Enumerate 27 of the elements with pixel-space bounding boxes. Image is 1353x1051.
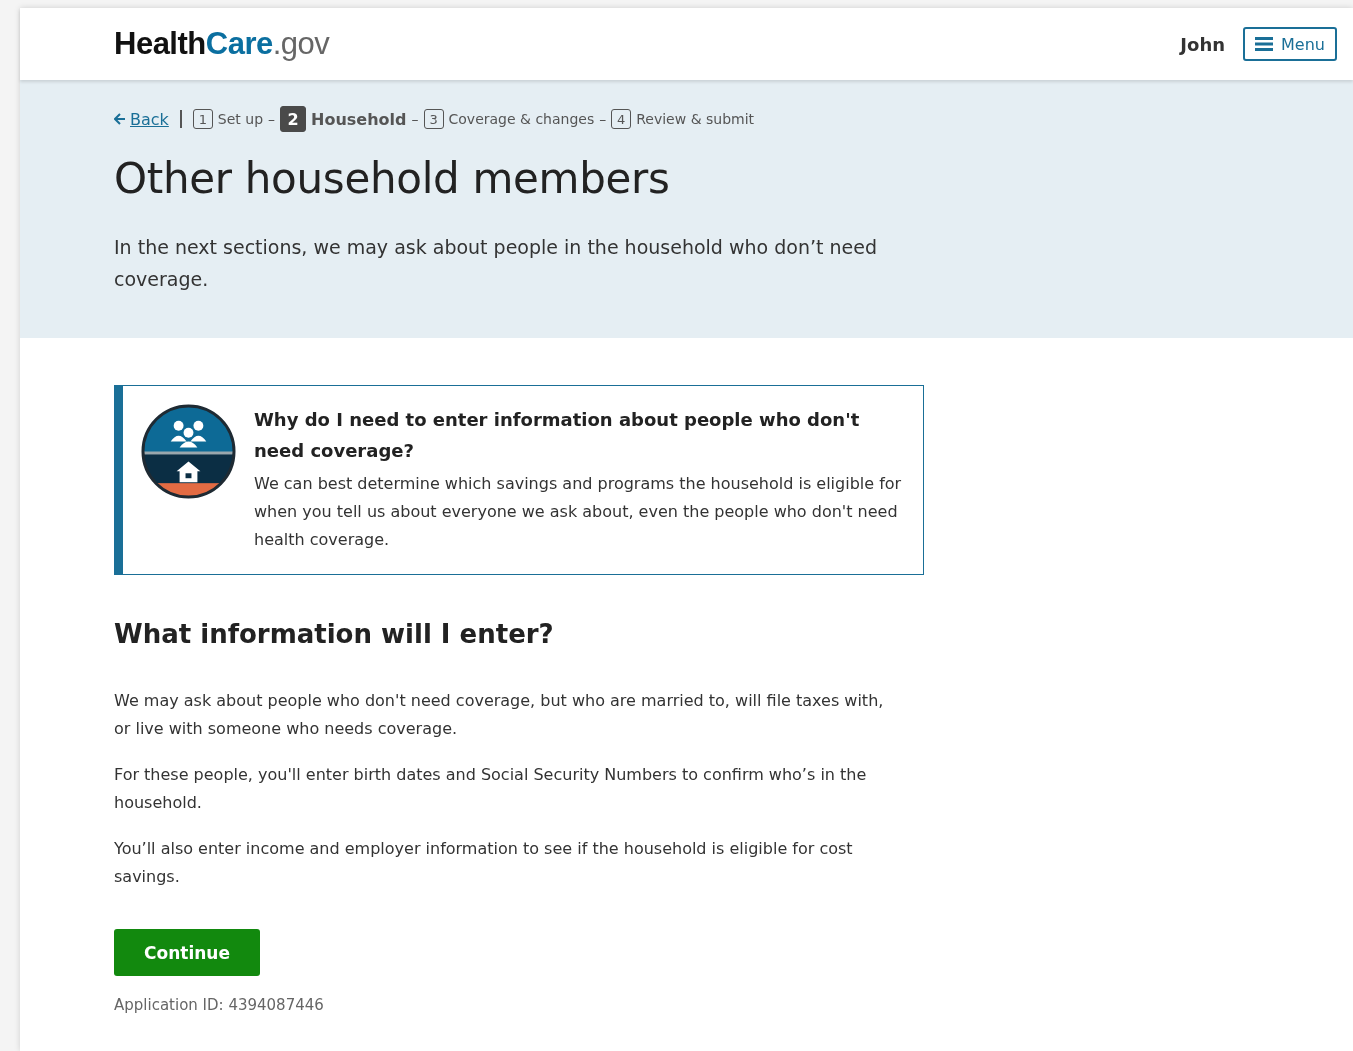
back-arrow-icon <box>114 113 126 125</box>
section-heading: What information will I enter? <box>114 619 555 649</box>
step-label: Review & submit <box>636 111 755 127</box>
step-label: Household <box>311 109 407 129</box>
site-logo[interactable]: HealthCare.gov <box>114 26 330 62</box>
page-title: Other household members <box>114 154 671 203</box>
step-number: 1 <box>192 109 213 129</box>
step-separator: – <box>599 111 607 127</box>
step-number: 3 <box>423 109 444 129</box>
menu-icon <box>1255 37 1274 51</box>
step-number: 4 <box>611 109 632 129</box>
step-separator: – <box>268 111 276 127</box>
continue-button[interactable]: Continue <box>114 929 260 976</box>
callout-heading: Why do I need to enter information about people who don't need coverage? <box>254 408 861 463</box>
back-link[interactable]: Back <box>114 109 169 129</box>
intro-text: In the next sections, we may ask about people in the household who don’t need coverage. <box>114 235 878 292</box>
body-paragraph: You’ll also enter income and employer information to see if the household is eligible for cost savings. <box>114 838 854 888</box>
application-id: Application ID: 4394087446 <box>114 996 325 1014</box>
callout-text: We can best determine which savings and programs the household is eligible for when you tell us about everyone we ask about, even the people who don't need health coverage. <box>254 473 903 551</box>
body-paragraph: For these people, you'll enter birth dates and Social Security Numbers to confirm who’s in the household. <box>114 764 868 814</box>
user-name[interactable]: John <box>1180 33 1226 55</box>
step-separator: – <box>411 111 419 127</box>
body-paragraph: We may ask about people who don't need coverage, but who are married to, will file taxes with, or live with someone who needs coverage. <box>114 690 885 740</box>
menu-button[interactable]: Menu <box>1243 27 1337 61</box>
step-number: 2 <box>280 106 307 132</box>
step-label: Set up <box>217 111 264 127</box>
step-label: Coverage & changes <box>448 111 595 127</box>
